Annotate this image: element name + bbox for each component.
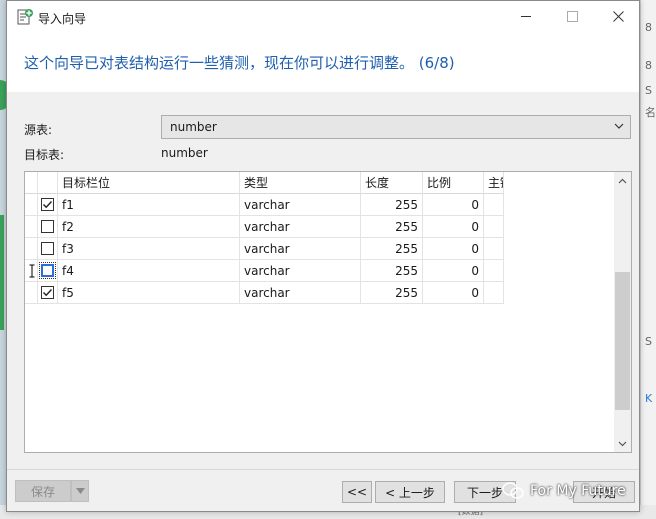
scrollbar-thumb[interactable] [615,272,630,410]
minimize-icon [521,16,531,17]
field-import-checkbox[interactable] [41,198,54,211]
target-table-value: number [161,146,208,160]
field-type-cell[interactable]: varchar [240,238,361,260]
text-cursor-icon [29,264,35,278]
scroll-down-button[interactable] [614,435,631,452]
grid-vertical-scrollbar[interactable] [614,172,631,452]
column-header-primary-key[interactable]: 主键 [484,172,504,194]
background-fragment-text: 8 [645,59,652,72]
maximize-icon [566,11,578,22]
background-fragment-text: 名 [645,106,656,119]
row-indicator-header [25,172,38,194]
field-primary-key-cell[interactable] [484,260,504,282]
background-fragment-text: K [645,392,653,405]
field-primary-key-cell[interactable] [484,282,504,304]
field-type-cell[interactable]: varchar [240,282,361,304]
chevron-down-icon [618,441,627,446]
field-name-cell[interactable]: f5 [58,282,240,304]
field-scale-cell[interactable]: 0 [423,238,484,260]
field-length-cell[interactable]: 255 [361,282,423,304]
caret-down-icon [75,488,85,494]
save-button[interactable]: 保存 [15,480,71,502]
row-indicator [25,260,38,282]
window-title: 导入向导 [38,12,87,26]
field-length-cell[interactable]: 255 [361,260,423,282]
field-length-cell[interactable]: 255 [361,194,423,216]
save-dropdown-button[interactable] [71,480,89,502]
field-import-checkbox[interactable] [41,286,54,299]
first-step-button[interactable]: << [342,481,372,503]
background-app-accent [0,215,4,330]
column-header-length[interactable]: 长度 [361,172,423,194]
row-indicator [25,194,38,216]
field-import-checkbox[interactable] [41,242,54,255]
title-bar: 导入向导 [7,1,639,32]
wizard-header: 这个向导已对表结构运行一些猜测，现在你可以进行调整。 (6/8) [7,32,639,92]
row-checkbox-cell [38,282,58,304]
field-scale-cell[interactable]: 0 [423,282,484,304]
source-table-value: number [170,120,217,134]
watermark: For My Future [502,479,626,503]
import-wizard-dialog: 导入向导 这个向导已对表结构运行一些猜测，现在你可以进行调整。 (6/8) 源表… [6,0,640,512]
close-button[interactable] [595,1,641,32]
minimize-button[interactable] [503,1,549,32]
chevron-down-icon [614,123,624,129]
chevron-up-icon [618,178,627,183]
row-indicator [25,238,38,260]
row-checkbox-cell [38,260,58,282]
checkbox-header [38,172,58,194]
field-name-cell[interactable]: f2 [58,216,240,238]
watermark-text: For My Future [530,483,626,499]
import-wizard-icon [17,9,33,25]
background-app-edge [640,0,656,519]
field-primary-key-cell[interactable] [484,194,504,216]
row-checkbox-cell [38,238,58,260]
field-length-cell[interactable]: 255 [361,216,423,238]
background-fragment-text: S [645,335,652,348]
column-header-target-field[interactable]: 目标栏位 [58,172,240,194]
field-scale-cell[interactable]: 0 [423,216,484,238]
column-header-type[interactable]: 类型 [240,172,361,194]
field-scale-cell[interactable]: 0 [423,194,484,216]
previous-step-button[interactable]: < 上一步 [375,481,445,503]
row-indicator [25,216,38,238]
row-checkbox-cell [38,216,58,238]
field-primary-key-cell[interactable] [484,216,504,238]
field-type-cell[interactable]: varchar [240,194,361,216]
background-fragment-text: S [645,84,652,97]
field-name-cell[interactable]: f1 [58,194,240,216]
field-name-cell[interactable]: f4 [58,260,240,282]
footer-divider [7,469,639,470]
row-indicator [25,282,38,304]
field-type-cell[interactable]: varchar [240,216,361,238]
field-type-cell[interactable]: varchar [240,260,361,282]
checkmark-icon [43,289,53,297]
field-import-checkbox[interactable] [41,220,54,233]
background-fragment-text: 8 [645,21,652,34]
field-import-checkbox[interactable] [39,262,56,279]
target-table-label: 目标表: [24,148,65,162]
column-header-scale[interactable]: 比例 [423,172,484,194]
field-length-cell[interactable]: 255 [361,238,423,260]
wizard-instruction: 这个向导已对表结构运行一些猜测，现在你可以进行调整。 (6/8) [24,54,455,72]
row-checkbox-cell [38,194,58,216]
scroll-up-button[interactable] [614,172,631,189]
field-mapping-grid: 目标栏位 类型 长度 比例 主键 f1varchar2550f2varchar2… [24,171,632,453]
field-primary-key-cell[interactable] [484,238,504,260]
checkmark-icon [43,201,53,209]
close-icon [612,11,624,22]
maximize-button[interactable] [549,1,595,32]
source-table-label: 源表: [24,123,53,137]
wechat-icon [502,482,524,499]
field-scale-cell[interactable]: 0 [423,260,484,282]
source-table-select[interactable]: number [161,115,631,139]
field-name-cell[interactable]: f3 [58,238,240,260]
